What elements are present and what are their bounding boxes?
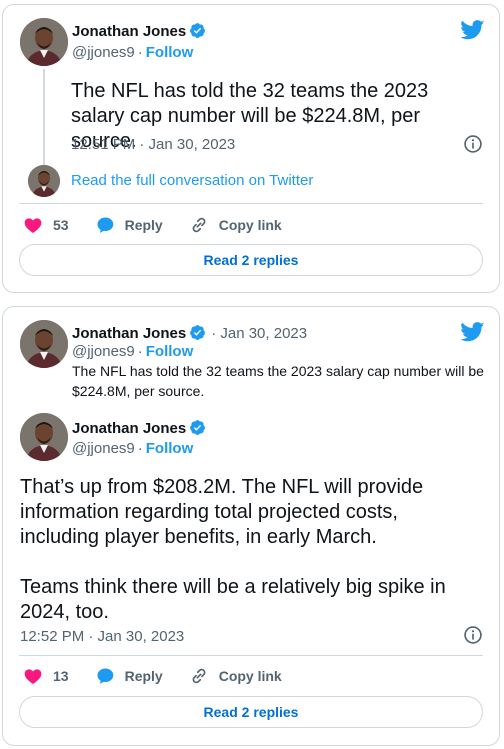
author-name[interactable]: Jonathan Jones [72,419,206,437]
info-icon[interactable] [463,134,483,154]
like-button[interactable]: 53 [23,215,69,235]
twitter-logo-icon[interactable] [461,20,485,40]
heart-icon [24,218,42,233]
tweet-timestamp[interactable]: 12:51 PM · Jan 30, 2023 [71,136,235,153]
heart-icon [24,669,42,684]
quoted-avatar[interactable] [20,320,68,368]
reply-button[interactable]: Reply [95,215,163,235]
quoted-handle-row: @jjones9 · Follow [72,343,194,360]
follow-button[interactable]: Follow [146,44,194,61]
thread-line [43,69,45,165]
author-handle-row: @jjones9 · Follow [72,44,194,61]
author-name-text: Jonathan Jones [72,420,187,437]
reply-bubble-icon [97,668,113,684]
author-name[interactable]: Jonathan Jones [72,22,206,40]
tweet-actions: 53 Reply Copy link [23,215,308,235]
link-icon [192,668,206,684]
author-handle[interactable]: @jjones9 [72,440,135,457]
read-full-conversation-link[interactable]: Read the full conversation on Twitter [71,172,313,189]
follow-button[interactable]: Follow [146,440,194,457]
copy-link-label: Copy link [218,668,282,684]
avatar[interactable] [20,413,68,461]
like-count: 53 [53,217,69,233]
author-name-text: Jonathan Jones [72,23,187,40]
verified-badge-icon [190,23,206,38]
tweet-text: That’s up from $208.2M. The NFL will pro… [20,476,446,623]
avatar-image [28,165,60,197]
reply-bubble-icon [97,217,113,233]
tweet-card: Jonathan Jones · Jan 30, 2023 @jjones9 · Fo… [2,306,500,746]
info-icon[interactable] [463,625,483,645]
tweet-card: Jonathan Jones @jjones9 · Follow The NFL h… [2,4,500,293]
reply-label: Reply [124,217,163,233]
read-replies-button[interactable]: Read 2 replies [19,696,483,728]
verified-badge-icon [190,325,206,340]
copy-link-label: Copy link [218,217,282,233]
author-name-text: Jonathan Jones [72,325,187,342]
author-handle[interactable]: @jjones9 [72,343,135,360]
divider [19,655,483,656]
small-avatar[interactable] [28,165,60,197]
author-handle-row: @jjones9 · Follow [72,440,194,457]
avatar-image [20,320,68,368]
avatar-image [20,18,68,66]
copy-link-button[interactable]: Copy link [189,666,282,686]
like-count: 13 [53,668,69,684]
twitter-logo-icon[interactable] [461,322,485,342]
copy-link-button[interactable]: Copy link [189,215,282,235]
reply-button[interactable]: Reply [95,666,163,686]
avatar-image [20,413,68,461]
quoted-tweet-text: The NFL has told the 32 teams the 2023 s… [72,363,484,399]
avatar[interactable] [20,18,68,66]
verified-badge-icon [190,420,206,435]
reply-label: Reply [124,668,163,684]
quoted-author-name[interactable]: Jonathan Jones · Jan 30, 2023 [72,324,307,342]
read-replies-button[interactable]: Read 2 replies [19,244,483,276]
link-icon [192,217,206,233]
author-handle[interactable]: @jjones9 [72,44,135,61]
divider [19,203,483,204]
follow-button[interactable]: Follow [146,343,194,360]
like-button[interactable]: 13 [23,666,69,686]
tweet-timestamp[interactable]: 12:52 PM · Jan 30, 2023 [20,628,184,645]
quoted-date[interactable]: · Jan 30, 2023 [211,325,307,342]
tweet-actions: 13 Reply Copy link [23,666,308,686]
